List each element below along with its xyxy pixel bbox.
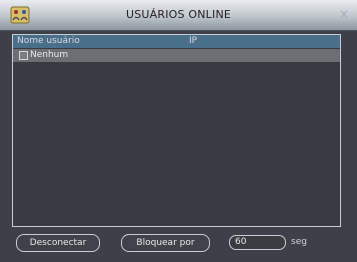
table-row[interactable]: Nenhum (13, 49, 340, 62)
duration-unit-label: seg (291, 237, 307, 247)
column-header-username: Nome usuário (17, 36, 80, 46)
online-users-window: USUÁRIOS ONLINE × Nome usuário IP Nenhum… (0, 0, 357, 262)
close-icon[interactable]: × (338, 8, 350, 20)
window-title: USUÁRIOS ONLINE (125, 8, 232, 21)
users-list: Nome usuário IP Nenhum (12, 34, 341, 227)
title-bar: USUÁRIOS ONLINE × (0, 0, 357, 31)
table-header: Nome usuário IP (13, 35, 340, 48)
disconnect-button[interactable]: Desconectar (16, 234, 100, 252)
block-button[interactable]: Bloquear por (121, 234, 210, 252)
row-username: Nenhum (30, 50, 69, 60)
column-header-ip: IP (189, 36, 198, 46)
row-checkbox[interactable] (19, 51, 28, 60)
block-duration-input[interactable]: 60 (229, 235, 286, 250)
